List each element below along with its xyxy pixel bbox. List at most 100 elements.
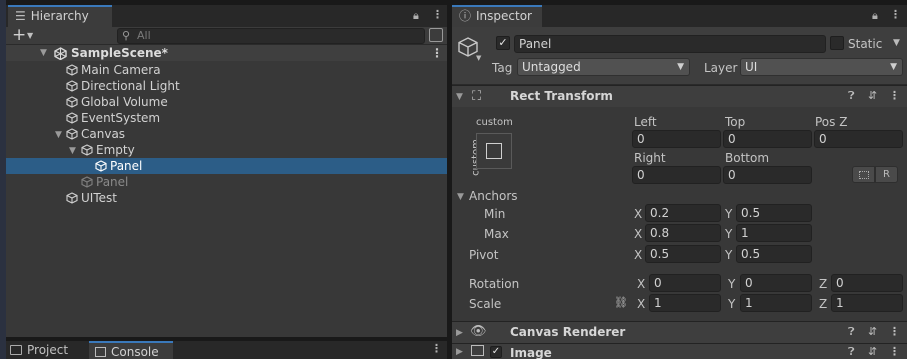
- info-icon: ⓘ: [459, 9, 472, 23]
- list-item[interactable]: Empty: [81, 142, 135, 158]
- chevron-down-icon: ▼: [677, 62, 684, 72]
- y-label: Y: [725, 207, 733, 221]
- add-icon[interactable]: +: [12, 26, 26, 44]
- canvas-renderer-header[interactable]: ▶ 👁︎ Canvas Renderer ❓︎ ⇵ ⋮: [452, 321, 907, 343]
- anchor-min-y-field[interactable]: 0.5: [736, 204, 812, 222]
- link-icon[interactable]: ⛓: [614, 296, 628, 309]
- lock-icon[interactable]: 🔒︎: [413, 9, 419, 23]
- list-item[interactable]: Canvas: [66, 126, 125, 142]
- layer-label: Layer: [704, 61, 738, 75]
- pivot-x-field[interactable]: 0.5: [645, 245, 721, 263]
- component-more-icon[interactable]: ⋮: [889, 325, 900, 338]
- gameobject-cube-icon: [81, 144, 93, 156]
- list-item[interactable]: EventSystem: [66, 110, 160, 126]
- y-label: Y: [725, 227, 733, 241]
- expand-arrow-icon[interactable]: ▼: [69, 146, 76, 156]
- lock-icon[interactable]: 🔒︎: [872, 9, 878, 23]
- rotation-label: Rotation: [469, 277, 520, 291]
- static-checkbox[interactable]: [830, 36, 844, 50]
- anchor-preset-inner: [486, 143, 502, 159]
- min-label: Min: [484, 207, 506, 221]
- top-field[interactable]: 0: [723, 130, 812, 148]
- right-field[interactable]: 0: [632, 166, 721, 184]
- x-label: X: [634, 207, 643, 221]
- expand-arrow-icon[interactable]: ▼: [40, 48, 47, 58]
- expand-arrow-icon[interactable]: ▼: [55, 130, 62, 140]
- y-label: Y: [728, 297, 736, 311]
- right-label: Right: [634, 151, 666, 165]
- rotation-z-field[interactable]: 0: [831, 274, 903, 292]
- tag-label: Tag: [492, 61, 513, 75]
- rotation-y-field[interactable]: 0: [740, 274, 812, 292]
- presets-icon[interactable]: ⇵: [868, 325, 877, 338]
- bottom-field[interactable]: 0: [723, 166, 812, 184]
- help-icon[interactable]: ❓︎: [848, 89, 855, 103]
- tab-project[interactable]: Project: [10, 342, 68, 359]
- image-component-header[interactable]: ▶ ✓ Image ❓︎ ⇵ ⋮: [452, 343, 907, 359]
- scale-x-field[interactable]: 1: [649, 294, 721, 312]
- tab-inspector[interactable]: ⓘ Inspector: [452, 5, 542, 27]
- bottom-more-icon[interactable]: ⋮: [431, 342, 442, 355]
- scene-row[interactable]: ▼ SampleScene* ⋮: [6, 45, 447, 61]
- pivot-y-field[interactable]: 0.5: [736, 245, 812, 263]
- collapse-arrow-icon[interactable]: ▼: [456, 92, 463, 102]
- panel-divider[interactable]: [447, 0, 452, 359]
- search-input[interactable]: ⚲ All: [117, 28, 425, 44]
- left-label: Left: [634, 115, 657, 129]
- component-title: Image: [510, 346, 552, 359]
- selected-row[interactable]: [6, 158, 447, 174]
- x-label: X: [634, 248, 643, 262]
- raw-edit-button[interactable]: R: [875, 166, 898, 183]
- anchors-foldout-icon[interactable]: ▼: [457, 192, 464, 202]
- scene-more-icon[interactable]: ⋮: [431, 45, 443, 61]
- list-item[interactable]: Main Camera: [66, 62, 161, 78]
- presets-icon[interactable]: ⇵: [868, 345, 877, 358]
- list-item[interactable]: Directional Light: [66, 78, 180, 94]
- list-item[interactable]: UITest: [66, 190, 117, 206]
- posz-label: Pos Z: [815, 115, 848, 129]
- anchor-max-x-field[interactable]: 0.8: [645, 224, 721, 242]
- tab-console[interactable]: Console: [89, 341, 173, 359]
- anchor-preset-button[interactable]: [476, 133, 512, 169]
- more-menu-icon[interactable]: ⋮: [432, 8, 443, 21]
- more-menu-icon[interactable]: ⋮: [890, 8, 901, 21]
- list-item[interactable]: Global Volume: [66, 94, 168, 110]
- object-name-field[interactable]: Panel: [514, 35, 826, 53]
- bottom-label: Bottom: [725, 151, 770, 165]
- z-label: Z: [819, 277, 828, 291]
- rect-transform-header[interactable]: ▼ ⛶ Rect Transform ❓︎ ⇵ ⋮: [452, 85, 907, 107]
- static-dropdown-arrow[interactable]: ▼: [893, 38, 900, 48]
- image-enabled-checkbox[interactable]: ✓: [490, 346, 502, 358]
- chevron-down-icon[interactable]: ▼: [27, 31, 33, 40]
- scale-z-field[interactable]: 1: [831, 294, 903, 312]
- icon-dropdown-arrow[interactable]: ▼: [476, 54, 481, 62]
- tab-hierarchy[interactable]: ☰ Hierarchy: [8, 5, 112, 27]
- left-field[interactable]: 0: [632, 130, 721, 148]
- scale-y-field[interactable]: 1: [740, 294, 812, 312]
- scene-filter-icon[interactable]: [429, 28, 443, 42]
- component-more-icon[interactable]: ⋮: [889, 345, 900, 358]
- active-checkbox[interactable]: ✓: [496, 36, 510, 50]
- list-item-ghost: Panel: [81, 174, 128, 190]
- x-label: X: [637, 277, 646, 291]
- layer-dropdown[interactable]: UI ▼: [740, 58, 903, 76]
- list-item-selected[interactable]: Panel: [95, 158, 142, 174]
- help-icon[interactable]: ❓︎: [848, 325, 855, 339]
- anchor-preset-label: custom: [476, 117, 513, 128]
- chevron-down-icon: ▼: [890, 62, 897, 72]
- rotation-x-field[interactable]: 0: [649, 274, 721, 292]
- blueprint-mode-button[interactable]: [852, 166, 875, 183]
- collapse-arrow-icon[interactable]: ▶: [456, 328, 463, 338]
- pivot-label: Pivot: [469, 248, 499, 262]
- posz-field[interactable]: 0: [814, 130, 903, 148]
- component-more-icon[interactable]: ⋮: [889, 89, 900, 102]
- presets-icon[interactable]: ⇵: [868, 89, 877, 102]
- anchors-label: Anchors: [469, 189, 518, 203]
- tag-dropdown[interactable]: Untagged ▼: [517, 58, 690, 76]
- anchor-max-y-field[interactable]: 1: [736, 224, 812, 242]
- help-icon[interactable]: ❓︎: [848, 345, 855, 359]
- collapse-arrow-icon[interactable]: ▶: [456, 347, 463, 357]
- search-icon: ⚲: [122, 29, 131, 42]
- anchor-min-x-field[interactable]: 0.2: [645, 204, 721, 222]
- blueprint-icon: [859, 171, 869, 179]
